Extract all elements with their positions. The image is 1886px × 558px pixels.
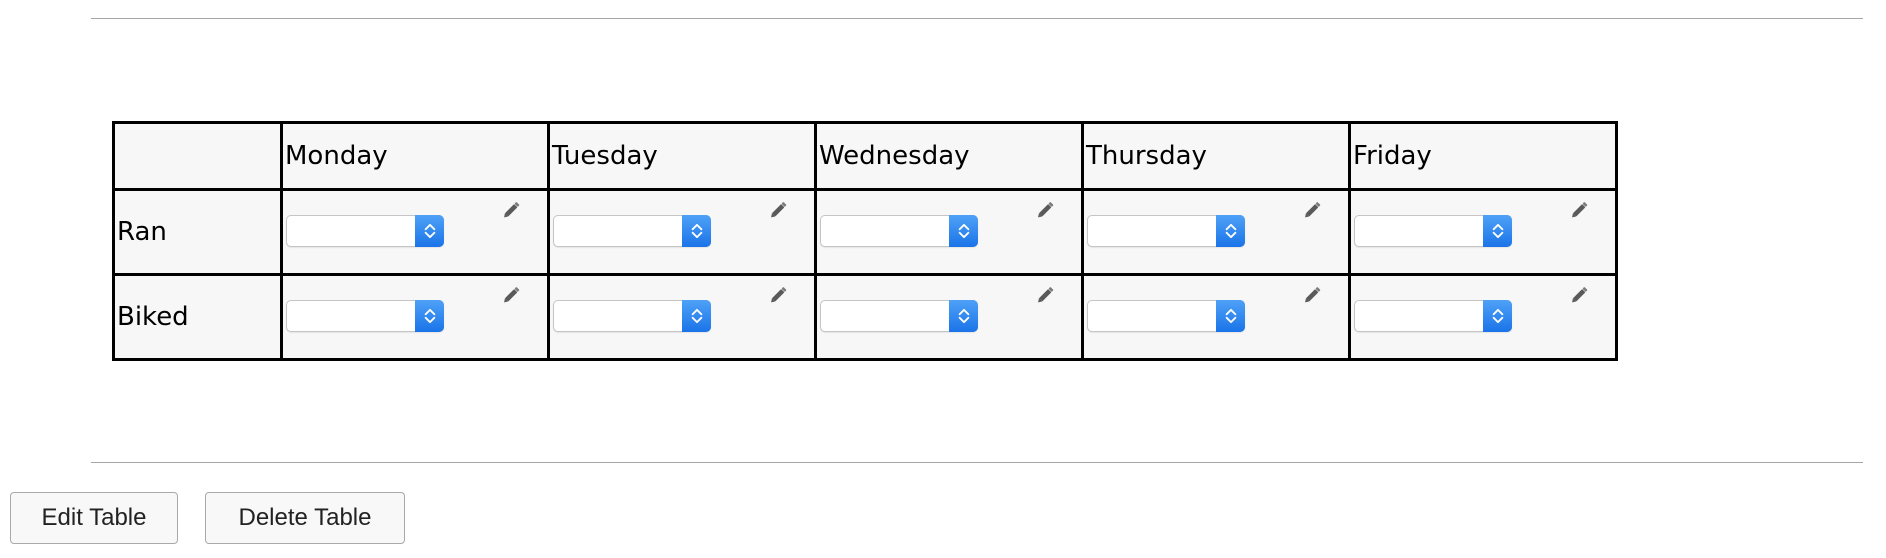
data-cell bbox=[280, 273, 550, 361]
chevron-up-down-icon[interactable] bbox=[1216, 215, 1245, 247]
value-dropdown[interactable] bbox=[1354, 300, 1512, 332]
data-cell bbox=[547, 273, 817, 361]
data-cell bbox=[1081, 273, 1351, 361]
pencil-icon[interactable] bbox=[501, 197, 523, 219]
data-cell bbox=[1348, 273, 1618, 361]
value-dropdown[interactable] bbox=[1087, 215, 1245, 247]
table-row: Ran bbox=[112, 188, 1618, 276]
table-row: Biked bbox=[112, 273, 1618, 361]
value-dropdown[interactable] bbox=[1354, 215, 1512, 247]
header-cell-tuesday: Tuesday bbox=[547, 121, 817, 191]
corner-cell bbox=[112, 121, 283, 191]
pencil-icon[interactable] bbox=[1035, 197, 1057, 219]
data-cell bbox=[814, 273, 1084, 361]
value-dropdown[interactable] bbox=[553, 215, 711, 247]
data-cell bbox=[1348, 188, 1618, 276]
chevron-up-down-icon[interactable] bbox=[682, 215, 711, 247]
header-cell-friday: Friday bbox=[1348, 121, 1618, 191]
edit-table-button[interactable]: Edit Table bbox=[10, 492, 178, 544]
day-header: Tuesday bbox=[552, 141, 658, 171]
row-label-cell: Biked bbox=[112, 273, 283, 361]
chevron-up-down-icon[interactable] bbox=[949, 215, 978, 247]
chevron-up-down-icon[interactable] bbox=[1483, 215, 1512, 247]
pencil-icon[interactable] bbox=[1302, 197, 1324, 219]
value-dropdown[interactable] bbox=[553, 300, 711, 332]
day-header: Monday bbox=[285, 141, 388, 171]
top-divider bbox=[91, 18, 1863, 19]
data-cell bbox=[280, 188, 550, 276]
day-header: Wednesday bbox=[819, 141, 970, 171]
pencil-icon[interactable] bbox=[768, 282, 790, 304]
header-cell-thursday: Thursday bbox=[1081, 121, 1351, 191]
day-header: Friday bbox=[1353, 141, 1432, 171]
data-cell bbox=[1081, 188, 1351, 276]
data-cell bbox=[814, 188, 1084, 276]
chevron-up-down-icon[interactable] bbox=[415, 300, 444, 332]
data-cell bbox=[547, 188, 817, 276]
activity-table: Monday Tuesday Wednesday Thursday Friday… bbox=[112, 121, 1618, 361]
pencil-icon[interactable] bbox=[1035, 282, 1057, 304]
value-dropdown[interactable] bbox=[286, 300, 444, 332]
chevron-up-down-icon[interactable] bbox=[682, 300, 711, 332]
day-header: Thursday bbox=[1086, 141, 1207, 171]
header-cell-wednesday: Wednesday bbox=[814, 121, 1084, 191]
bottom-divider bbox=[91, 462, 1863, 463]
chevron-up-down-icon[interactable] bbox=[1216, 300, 1245, 332]
value-dropdown[interactable] bbox=[820, 215, 978, 247]
pencil-icon[interactable] bbox=[1569, 197, 1591, 219]
delete-table-button[interactable]: Delete Table bbox=[205, 492, 405, 544]
value-dropdown[interactable] bbox=[820, 300, 978, 332]
pencil-icon[interactable] bbox=[1569, 282, 1591, 304]
value-dropdown[interactable] bbox=[1087, 300, 1245, 332]
row-label-cell: Ran bbox=[112, 188, 283, 276]
header-cell-monday: Monday bbox=[280, 121, 550, 191]
chevron-up-down-icon[interactable] bbox=[415, 215, 444, 247]
chevron-up-down-icon[interactable] bbox=[949, 300, 978, 332]
row-label: Biked bbox=[117, 302, 189, 332]
pencil-icon[interactable] bbox=[1302, 282, 1324, 304]
value-dropdown[interactable] bbox=[286, 215, 444, 247]
pencil-icon[interactable] bbox=[768, 197, 790, 219]
chevron-up-down-icon[interactable] bbox=[1483, 300, 1512, 332]
row-label: Ran bbox=[117, 217, 167, 247]
header-row: Monday Tuesday Wednesday Thursday Friday bbox=[112, 121, 1618, 191]
pencil-icon[interactable] bbox=[501, 282, 523, 304]
